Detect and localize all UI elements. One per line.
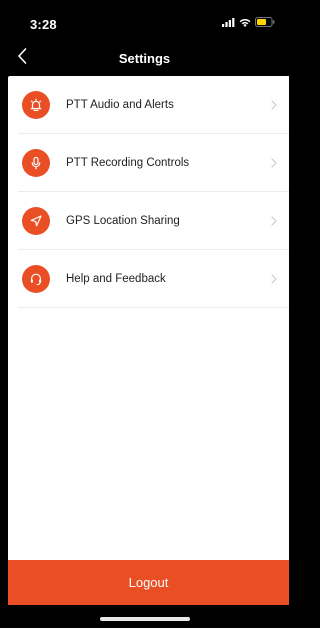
chevron-right-icon bbox=[269, 215, 279, 227]
settings-menu: PTT Audio and Alerts PTT Recording Contr… bbox=[8, 76, 289, 308]
menu-item-label: PTT Recording Controls bbox=[66, 157, 190, 169]
menu-item-help-feedback[interactable]: Help and Feedback bbox=[8, 250, 289, 308]
location-arrow-icon bbox=[22, 207, 50, 235]
microphone-icon bbox=[22, 149, 50, 177]
chevron-right-icon bbox=[269, 157, 279, 169]
settings-screen: 3:28 Settings PTT Audio and Alerts PTT R… bbox=[0, 0, 289, 628]
headset-icon bbox=[22, 265, 50, 293]
alarm-icon bbox=[22, 91, 50, 119]
logout-button[interactable]: Logout bbox=[8, 560, 289, 605]
menu-item-label: GPS Location Sharing bbox=[66, 215, 180, 227]
battery-icon bbox=[255, 14, 275, 32]
signal-icon bbox=[222, 14, 235, 32]
home-indicator-area bbox=[0, 605, 289, 628]
menu-item-ptt-recording-controls[interactable]: PTT Recording Controls bbox=[8, 134, 289, 192]
status-bar: 3:28 bbox=[0, 0, 289, 40]
status-time: 3:28 bbox=[30, 17, 57, 32]
menu-item-label: Help and Feedback bbox=[66, 273, 166, 285]
chevron-right-icon bbox=[269, 273, 279, 285]
nav-bar: Settings bbox=[0, 40, 289, 76]
home-indicator[interactable] bbox=[100, 617, 190, 621]
settings-list-panel: PTT Audio and Alerts PTT Recording Contr… bbox=[8, 76, 289, 560]
menu-item-ptt-audio-alerts[interactable]: PTT Audio and Alerts bbox=[8, 76, 289, 134]
chevron-right-icon bbox=[269, 99, 279, 111]
menu-item-gps-location-sharing[interactable]: GPS Location Sharing bbox=[8, 192, 289, 250]
wifi-icon bbox=[239, 14, 251, 32]
page-title: Settings bbox=[118, 51, 171, 66]
menu-item-label: PTT Audio and Alerts bbox=[66, 99, 174, 111]
status-icons bbox=[222, 17, 275, 29]
